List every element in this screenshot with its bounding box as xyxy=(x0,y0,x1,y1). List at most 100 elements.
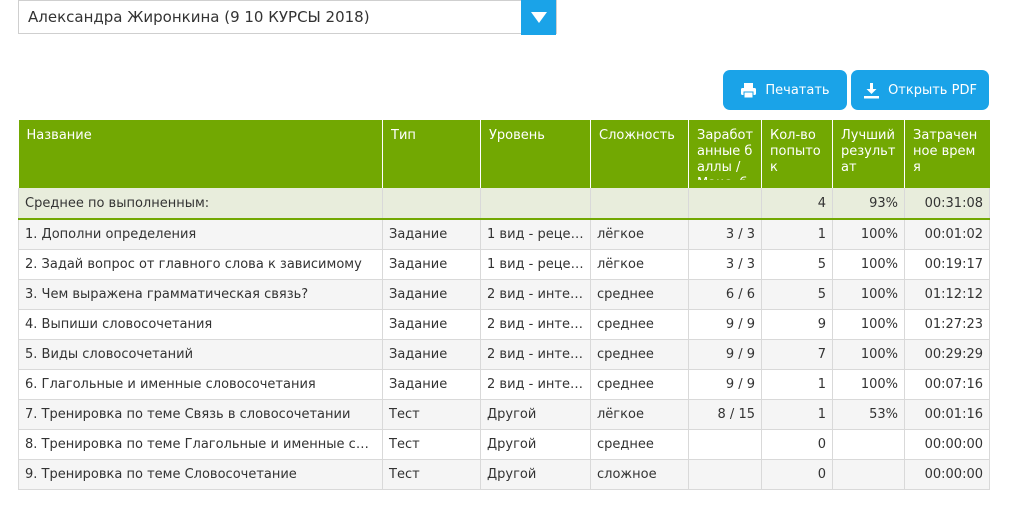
task-best-result: 100% xyxy=(832,339,905,370)
average-best: 93% xyxy=(832,188,905,220)
dropdown-button[interactable] xyxy=(521,0,556,35)
task-difficulty: лёгкое xyxy=(590,249,689,280)
task-difficulty: среднее xyxy=(590,309,689,340)
task-attempts: 1 xyxy=(761,399,833,430)
task-level: Другой xyxy=(480,429,591,460)
results-table: Название Тип Уровень Сложность Заработан… xyxy=(18,120,990,490)
task-level: 1 вид - рецептивный xyxy=(480,249,591,280)
average-row: Среднее по выполненным: 4 93% 00:31:08 xyxy=(18,188,990,220)
task-best-result: 100% xyxy=(832,219,905,250)
task-type: Задание xyxy=(382,219,481,250)
task-level: Другой xyxy=(480,399,591,430)
student-select-value: Александра Жиронкина (9 10 КУРСЫ 2018) xyxy=(28,8,370,26)
column-header-best[interactable]: Лучший результат xyxy=(832,120,905,188)
task-level: 1 вид - рецептивный xyxy=(480,219,591,250)
task-name-link[interactable]: 2. Задай вопрос от главного слова к зави… xyxy=(18,249,383,280)
task-name-link[interactable]: 8. Тренировка по теме Глагольные и именн… xyxy=(18,429,383,460)
task-score: 6 / 6 xyxy=(688,279,762,310)
task-attempts: 5 xyxy=(761,249,833,280)
task-name-link[interactable]: 7. Тренировка по теме Связь в словосочет… xyxy=(18,399,383,430)
task-name-link[interactable]: 3. Чем выражена грамматическая связь? xyxy=(18,279,383,310)
table-row[interactable]: 4. Выпиши словосочетания Задание 2 вид - и… xyxy=(18,309,990,340)
column-header-attempts[interactable]: Кол-во попыток xyxy=(761,120,833,188)
task-score xyxy=(688,459,762,490)
average-label: Среднее по выполненным: xyxy=(18,188,383,220)
task-type: Тест xyxy=(382,399,481,430)
task-best-result xyxy=(832,459,905,490)
task-difficulty: лёгкое xyxy=(590,219,689,250)
task-level: 2 вид - интерпретационный xyxy=(480,369,591,400)
task-attempts: 0 xyxy=(761,459,833,490)
task-attempts: 1 xyxy=(761,219,833,250)
task-type: Тест xyxy=(382,459,481,490)
task-difficulty: среднее xyxy=(590,339,689,370)
task-attempts: 0 xyxy=(761,429,833,460)
table-row[interactable]: 3. Чем выражена грамматическая связь? Зад… xyxy=(18,279,990,310)
column-header-name[interactable]: Название xyxy=(18,120,383,188)
task-best-result: 100% xyxy=(832,249,905,280)
task-attempts: 5 xyxy=(761,279,833,310)
task-score xyxy=(688,429,762,460)
task-time-spent: 00:01:02 xyxy=(904,219,990,250)
task-time-spent: 01:12:12 xyxy=(904,279,990,310)
table-row[interactable]: 9. Тренировка по теме Словосочетание Тест… xyxy=(18,459,990,490)
column-header-score[interactable]: Заработанные баллы / Макс. баллы xyxy=(688,120,762,188)
task-difficulty: лёгкое xyxy=(590,399,689,430)
task-time-spent: 00:00:00 xyxy=(904,429,990,460)
column-header-type[interactable]: Тип xyxy=(382,120,481,188)
table-header: Название Тип Уровень Сложность Заработан… xyxy=(18,120,990,188)
task-time-spent: 00:01:16 xyxy=(904,399,990,430)
table-row[interactable]: 8. Тренировка по теме Глагольные и именн… xyxy=(18,429,990,460)
task-difficulty: среднее xyxy=(590,369,689,400)
task-name-link[interactable]: 9. Тренировка по теме Словосочетание xyxy=(18,459,383,490)
task-time-spent: 01:27:23 xyxy=(904,309,990,340)
task-type: Задание xyxy=(382,339,481,370)
table-row[interactable]: 1. Дополни определения Задание 1 вид - рец… xyxy=(18,219,990,250)
task-level: 2 вид - интерпретационный xyxy=(480,279,591,310)
download-icon xyxy=(864,82,880,98)
task-name-link[interactable]: 4. Выпиши словосочетания xyxy=(18,309,383,340)
task-difficulty: сложное xyxy=(590,459,689,490)
task-time-spent: 00:29:29 xyxy=(904,339,990,370)
print-button[interactable]: Печатать xyxy=(723,70,847,110)
open-pdf-button-label: Открыть PDF xyxy=(888,82,977,98)
table-row[interactable]: 7. Тренировка по теме Связь в словосочет… xyxy=(18,399,990,430)
task-best-result: 100% xyxy=(832,279,905,310)
table-row[interactable]: 2. Задай вопрос от главного слова к зави… xyxy=(18,249,990,280)
task-level: 2 вид - интерпретационный xyxy=(480,309,591,340)
task-best-result: 53% xyxy=(832,399,905,430)
task-time-spent: 00:00:00 xyxy=(904,459,990,490)
task-type: Задание xyxy=(382,279,481,310)
task-difficulty: среднее xyxy=(590,279,689,310)
average-attempts: 4 xyxy=(761,188,833,220)
task-score: 3 / 3 xyxy=(688,219,762,250)
task-score: 9 / 9 xyxy=(688,309,762,340)
column-header-time[interactable]: Затраченное время xyxy=(904,120,990,188)
task-best-result xyxy=(832,429,905,460)
column-header-level[interactable]: Уровень xyxy=(480,120,591,188)
task-attempts: 7 xyxy=(761,339,833,370)
task-score: 3 / 3 xyxy=(688,249,762,280)
print-button-label: Печатать xyxy=(765,82,830,98)
task-time-spent: 00:07:16 xyxy=(904,369,990,400)
task-attempts: 1 xyxy=(761,369,833,400)
task-name-link[interactable]: 1. Дополни определения xyxy=(18,219,383,250)
task-type: Тест xyxy=(382,429,481,460)
task-difficulty: среднее xyxy=(590,429,689,460)
task-name-link[interactable]: 5. Виды словосочетаний xyxy=(18,339,383,370)
table-row[interactable]: 6. Глагольные и именные словосочетания За… xyxy=(18,369,990,400)
table-row[interactable]: 5. Виды словосочетаний Задание 2 вид - инт… xyxy=(18,339,990,370)
task-name-link[interactable]: 6. Глагольные и именные словосочетания xyxy=(18,369,383,400)
task-score: 9 / 9 xyxy=(688,369,762,400)
task-level: Другой xyxy=(480,459,591,490)
task-time-spent: 00:19:17 xyxy=(904,249,990,280)
chevron-down-icon xyxy=(530,12,547,23)
column-header-difficulty[interactable]: Сложность xyxy=(590,120,689,188)
task-attempts: 9 xyxy=(761,309,833,340)
printer-icon xyxy=(741,82,757,98)
average-time: 00:31:08 xyxy=(904,188,990,220)
student-select[interactable]: Александра Жиронкина (9 10 КУРСЫ 2018) xyxy=(18,0,557,35)
task-best-result: 100% xyxy=(832,369,905,400)
task-best-result: 100% xyxy=(832,309,905,340)
open-pdf-button[interactable]: Открыть PDF xyxy=(851,70,989,110)
